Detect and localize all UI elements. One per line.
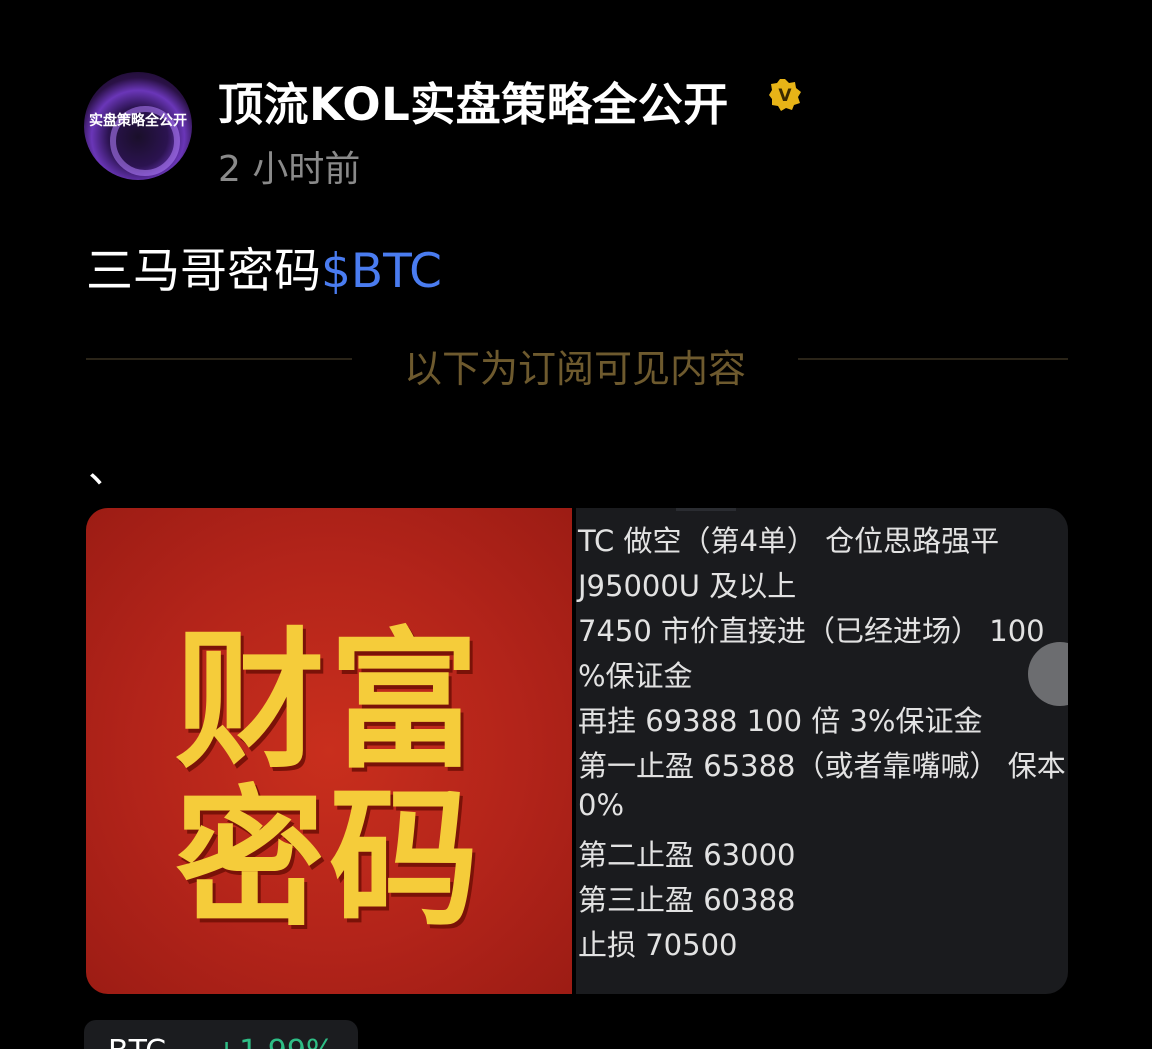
strategy-line: %保证金 <box>578 659 693 693</box>
post-time: 2 小时前 <box>218 149 361 190</box>
post-page: 实盘策略全公开 顶流KOL实盘策略全公开 V 2 小时前 三马哥密码$BTC 以… <box>0 0 1152 1049</box>
avatar-text: 实盘策略全公开 <box>89 113 187 129</box>
image-top-indicator <box>676 508 736 511</box>
chip-symbol: BTC <box>108 1034 166 1049</box>
next-image-button[interactable] <box>1028 642 1068 706</box>
verified-badge-icon: V <box>769 79 801 111</box>
post-body-text: 三马哥密码 <box>86 244 321 299</box>
strategy-line: 止损 70500 <box>578 928 738 962</box>
strategy-line: 第二止盈 63000 <box>578 838 796 872</box>
strategy-screenshot-image[interactable]: TC 做空（第4单） 仓位思路强平 J95000U 及以上 7450 市价直接进… <box>576 508 1068 994</box>
strategy-line: 7450 市价直接进（已经进场） 100 <box>578 614 1045 648</box>
strategy-line: 再挂 69388 100 倍 3%保证金 <box>578 704 983 738</box>
divider-line-right <box>798 358 1068 360</box>
subscriber-content-divider: 以下为订阅可见内容 <box>403 347 746 391</box>
strategy-line: 第一止盈 65388（或者靠嘴喊） 保本 <box>578 749 1066 783</box>
chip-change: +1.99% <box>214 1034 334 1049</box>
strategy-line: 0% <box>578 788 625 822</box>
post-mark: 、 <box>88 446 128 492</box>
post-text: 三马哥密码$BTC <box>86 232 442 301</box>
strategy-line: J95000U 及以上 <box>578 569 797 603</box>
ticker-link[interactable]: $BTC <box>321 244 442 299</box>
author-name[interactable]: 顶流KOL实盘策略全公开 <box>218 68 729 133</box>
image-title-line-2: 密码 <box>174 771 483 947</box>
divider-line-left <box>86 358 352 360</box>
ticker-chip[interactable]: BTC +1.99% <box>84 1020 358 1049</box>
avatar[interactable]: 实盘策略全公开 <box>84 72 192 180</box>
svg-text:V: V <box>778 86 792 106</box>
strategy-line: TC 做空（第4单） 仓位思路强平 <box>578 524 1000 558</box>
strategy-line: 第三止盈 60388 <box>578 883 796 917</box>
